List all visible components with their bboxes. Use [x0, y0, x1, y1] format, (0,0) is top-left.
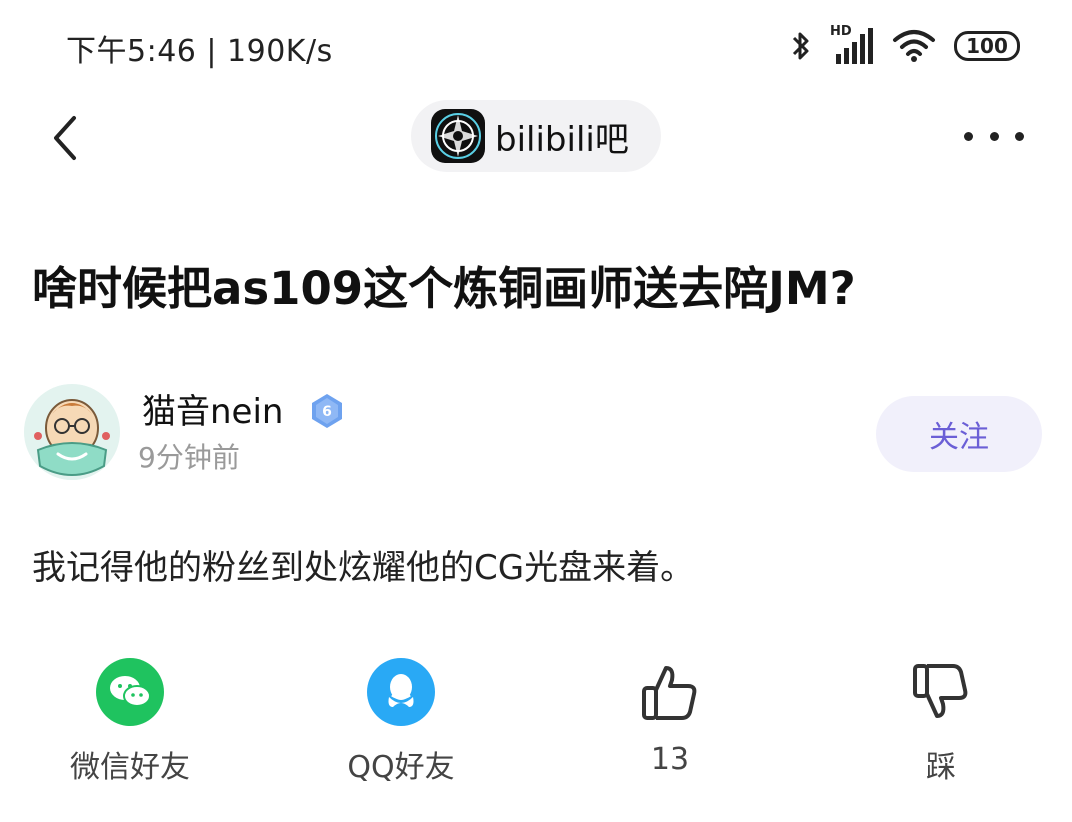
thumbs-up-icon — [634, 656, 706, 728]
battery-icon: 100 — [954, 31, 1020, 61]
level-badge-icon: 6 — [308, 392, 346, 430]
back-button[interactable] — [40, 108, 90, 168]
action-label: 微信好友 — [70, 750, 190, 785]
wifi-icon — [893, 30, 935, 62]
dislike-button[interactable]: 踩 — [861, 656, 1021, 786]
like-count: 13 — [650, 742, 690, 777]
share-qq-button[interactable]: QQ好友 — [321, 656, 481, 786]
post-time: 9分钟前 — [138, 441, 240, 474]
chevron-left-icon — [54, 116, 76, 160]
cellular-signal-icon: HD — [830, 24, 874, 66]
avatar[interactable] — [24, 384, 120, 480]
author-name[interactable]: 猫音nein — [142, 384, 283, 433]
more-dot-icon — [989, 131, 999, 141]
wechat-icon — [96, 658, 164, 726]
status-icons: HD 100 — [790, 24, 1020, 68]
like-button[interactable]: 13 — [590, 656, 750, 777]
forum-logo-icon — [431, 109, 485, 163]
bluetooth-icon — [792, 32, 809, 60]
author-level: 6 — [322, 404, 332, 420]
forum-name: bilibili吧 — [495, 119, 629, 160]
battery-level: 100 — [966, 34, 1008, 58]
status-bar: 下午5:46 | 190K/s HD 100 — [0, 0, 1072, 90]
post-title: 啥时候把as109这个炼铜画师送去陪JM? — [32, 262, 856, 315]
qq-icon — [367, 658, 435, 726]
action-label: QQ好友 — [347, 750, 455, 785]
post-body: 我记得他的粉丝到处炫耀他的CG光盘来着。 — [32, 548, 695, 588]
thumbs-down-icon — [905, 656, 977, 728]
more-dot-icon — [1015, 131, 1024, 141]
share-wechat-button[interactable]: 微信好友 — [50, 656, 210, 786]
forum-chip[interactable]: bilibili吧 — [411, 100, 661, 172]
action-label: 踩 — [926, 750, 956, 785]
status-time: 下午5:46 | 190K/s — [66, 34, 333, 69]
follow-button[interactable]: 关注 — [876, 396, 1042, 472]
more-dot-icon — [964, 131, 973, 141]
more-options-button[interactable] — [964, 112, 1024, 160]
